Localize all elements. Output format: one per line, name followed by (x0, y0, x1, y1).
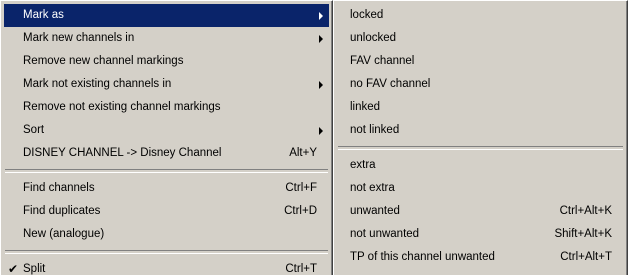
menu-item-shortcut: Ctrl+D (284, 205, 317, 217)
submenu-arrow-icon (319, 126, 323, 135)
submenu-arrow-icon (319, 11, 323, 20)
submenu-item-tp-unwanted[interactable]: TP of this channel unwanted Ctrl+Alt+T (337, 246, 624, 269)
menu-item-label: Mark as (23, 9, 64, 21)
menu-item-label: not extra (350, 182, 395, 194)
menu-item-label: DISNEY CHANNEL -> Disney Channel (23, 147, 222, 159)
menu-item-label: Sort (23, 124, 45, 136)
menu-item-label: New (analogue) (23, 228, 105, 240)
submenu-item-unwanted[interactable]: unwanted Ctrl+Alt+K (337, 200, 624, 223)
submenu-item-not-unwanted[interactable]: not unwanted Shift+Alt+K (337, 223, 624, 246)
menu-item-new-analogue[interactable]: New (analogue) (4, 223, 329, 246)
context-menu: Mark as Mark new channels in Remove new … (0, 0, 333, 275)
menu-item-mark-new-channels-in[interactable]: Mark new channels in (4, 27, 329, 50)
submenu-arrow-icon (319, 80, 323, 89)
menu-item-label: no FAV channel (350, 78, 431, 90)
submenu-item-no-fav-channel[interactable]: no FAV channel (337, 73, 624, 96)
menu-item-mark-as[interactable]: Mark as (4, 4, 329, 27)
submenu-item-extra[interactable]: extra (337, 154, 624, 177)
menu-item-shortcut: Shift+Alt+K (554, 228, 612, 240)
menu-item-label: FAV channel (350, 55, 415, 67)
submenu-item-locked[interactable]: locked (337, 4, 624, 27)
menu-item-shortcut: Ctrl+Alt+K (559, 205, 612, 217)
menu-item-remove-not-existing-channel-markings[interactable]: Remove not existing channel markings (4, 96, 329, 119)
menu-item-label: TP of this channel unwanted (350, 251, 495, 263)
menu-item-split[interactable]: ✔ Split Ctrl+T (4, 258, 329, 275)
menu-item-sort[interactable]: Sort (4, 119, 329, 142)
mark-as-submenu: locked unlocked FAV channel no FAV chann… (333, 0, 628, 275)
menu-item-shortcut: Alt+Y (289, 147, 317, 159)
menu-item-label: extra (350, 159, 376, 171)
menu-item-label: Find duplicates (23, 205, 101, 217)
screen: Mark as Mark new channels in Remove new … (0, 0, 628, 275)
submenu-item-unlocked[interactable]: unlocked (337, 27, 624, 50)
menu-item-label: Mark new channels in (23, 32, 135, 44)
menu-separator (5, 169, 328, 173)
menu-item-label: locked (350, 9, 384, 21)
menu-item-shortcut: Ctrl+Alt+T (560, 251, 612, 263)
menu-item-label: unwanted (350, 205, 400, 217)
menu-item-remove-new-channel-markings[interactable]: Remove new channel markings (4, 50, 329, 73)
menu-item-label: Split (23, 263, 46, 275)
menu-separator (338, 146, 623, 150)
menu-item-label: Remove not existing channel markings (23, 101, 221, 113)
menu-separator (5, 250, 328, 254)
menu-item-find-channels[interactable]: Find channels Ctrl+F (4, 177, 329, 200)
menu-item-mark-not-existing-channels-in[interactable]: Mark not existing channels in (4, 73, 329, 96)
menu-item-rename-channel[interactable]: DISNEY CHANNEL -> Disney Channel Alt+Y (4, 142, 329, 165)
menu-item-label: not unwanted (350, 228, 420, 240)
submenu-item-not-extra[interactable]: not extra (337, 177, 624, 200)
checkmark-icon: ✔ (8, 262, 19, 275)
menu-item-label: Mark not existing channels in (23, 78, 172, 90)
submenu-item-fav-channel[interactable]: FAV channel (337, 50, 624, 73)
submenu-arrow-icon (319, 34, 323, 43)
menu-item-label: unlocked (350, 32, 397, 44)
menu-item-label: Remove new channel markings (23, 55, 184, 67)
submenu-item-not-linked[interactable]: not linked (337, 119, 624, 142)
menu-item-label: not linked (350, 124, 400, 136)
submenu-item-linked[interactable]: linked (337, 96, 624, 119)
menu-item-label: Find channels (23, 182, 95, 194)
menu-item-find-duplicates[interactable]: Find duplicates Ctrl+D (4, 200, 329, 223)
menu-item-shortcut: Ctrl+F (285, 182, 317, 194)
menu-item-label: linked (350, 101, 381, 113)
menu-item-shortcut: Ctrl+T (285, 263, 317, 275)
